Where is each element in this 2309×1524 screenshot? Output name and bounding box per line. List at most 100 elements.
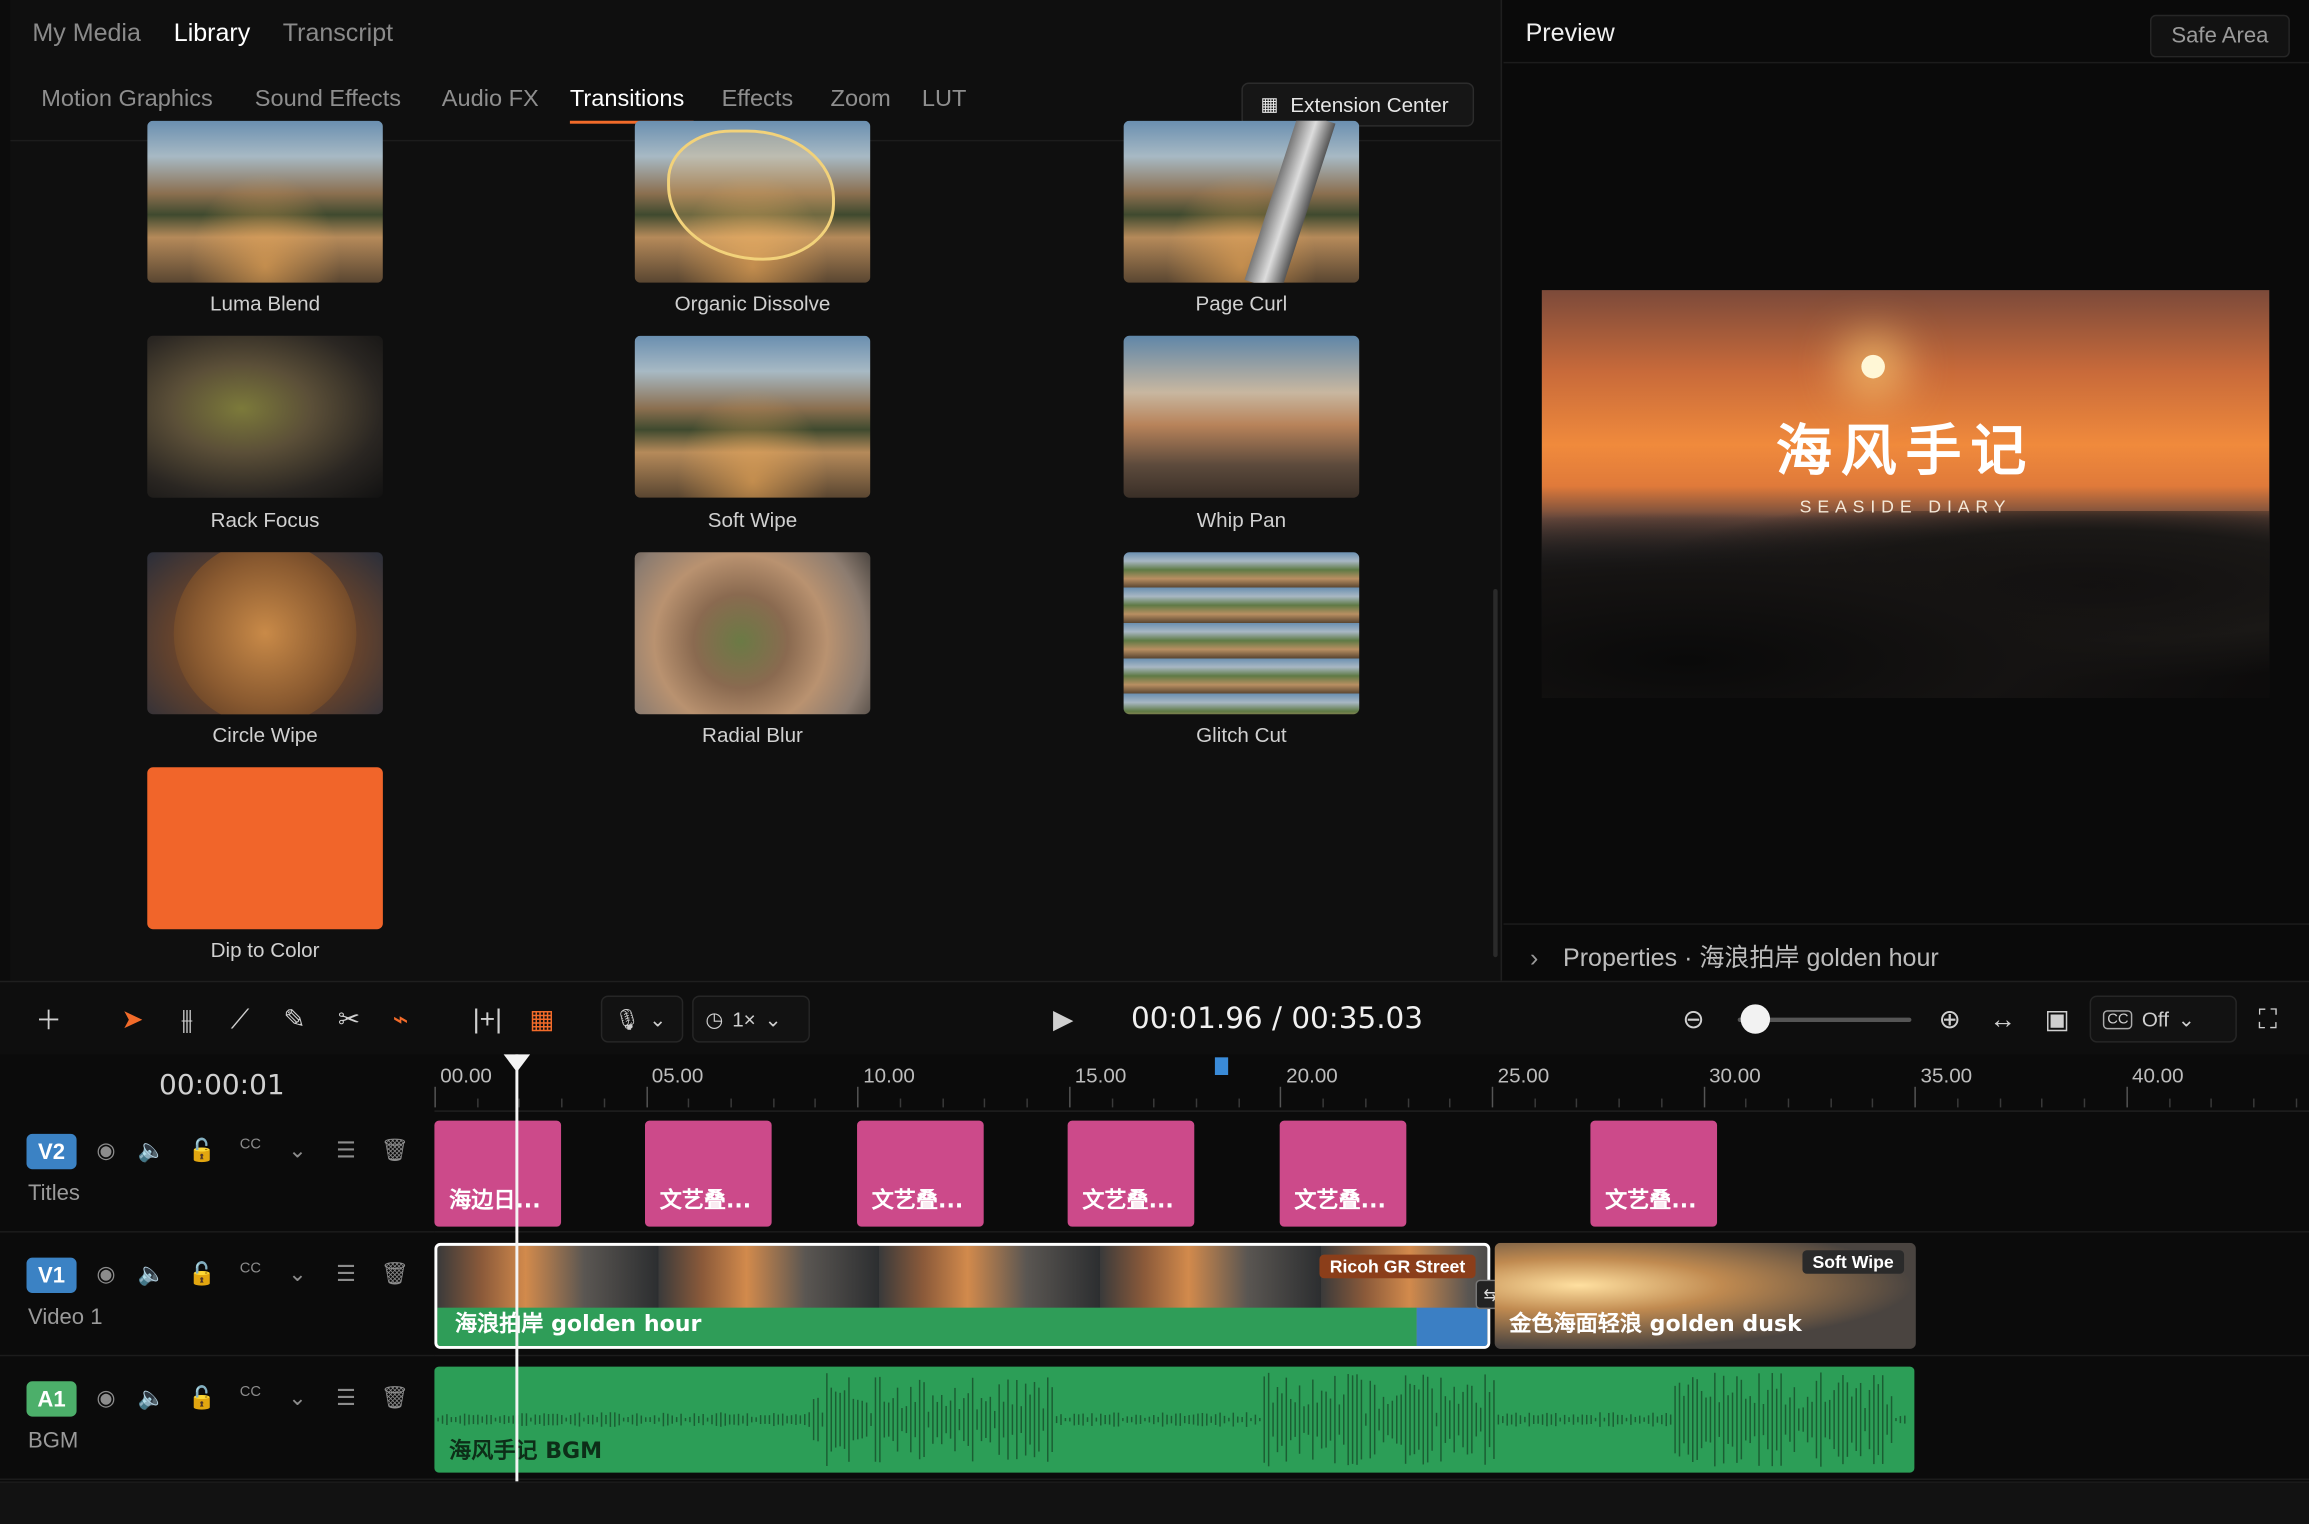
microphone-dropdown[interactable]: 🎙 ⌄ <box>600 995 684 1043</box>
trash-icon[interactable]: 🗑 <box>380 1384 409 1411</box>
tab-library[interactable]: Library <box>174 19 251 48</box>
cc-icon[interactable]: CC <box>236 1384 265 1400</box>
waveform-bar <box>1705 1397 1707 1442</box>
tab-sound-effects[interactable]: Sound Effects <box>255 87 401 114</box>
waveform-bar <box>746 1413 749 1426</box>
captions-dropdown[interactable]: CC Off ⌄ <box>2089 995 2237 1043</box>
lock-icon[interactable]: 🔓 <box>187 1384 216 1411</box>
select-tool-icon[interactable]: ➤ <box>113 1000 151 1038</box>
waveform-bar <box>1276 1387 1279 1453</box>
speaker-icon[interactable]: 🔈 <box>137 1384 166 1411</box>
waveform-bar <box>569 1414 572 1425</box>
waveform-bar <box>804 1414 806 1426</box>
zoom-out-icon[interactable]: ⊖ <box>1674 1000 1712 1038</box>
title-clip[interactable]: 文艺叠... <box>1279 1120 1407 1227</box>
trash-icon[interactable]: 🗑 <box>380 1137 409 1163</box>
transition-thumb-soft-wipe[interactable] <box>634 335 871 498</box>
eye-icon[interactable]: ◉ <box>91 1137 120 1163</box>
speaker-icon[interactable]: 🔈 <box>137 1137 166 1163</box>
split-tool-icon[interactable]: ⫵ <box>168 1000 206 1038</box>
waveform-bar <box>954 1387 956 1452</box>
magnet-icon[interactable]: ⌁ <box>381 1000 419 1038</box>
eye-icon[interactable]: ◉ <box>91 1384 120 1411</box>
horizontal-scrollbar[interactable] <box>0 1481 2309 1524</box>
transition-thumb-circle-wipe[interactable] <box>147 552 383 715</box>
waveform-bar <box>764 1415 766 1424</box>
time-ruler[interactable]: 00.00 05.00 10.00 15.00 20.00 25.00 30.00 35.00… <box>434 1054 2309 1112</box>
add-icon[interactable]: ＋ <box>29 1000 67 1038</box>
waveform-bar <box>971 1377 974 1462</box>
cc-icon[interactable]: CC <box>236 1137 265 1153</box>
zoom-slider-knob[interactable] <box>1740 1004 1770 1034</box>
transition-thumb-rack-focus[interactable] <box>147 335 383 498</box>
tab-transcript[interactable]: Transcript <box>283 19 393 48</box>
title-clip[interactable]: 文艺叠... <box>1067 1120 1195 1227</box>
lock-icon[interactable]: 🔓 <box>187 1261 216 1287</box>
cc-icon[interactable]: CC <box>236 1261 265 1277</box>
waveform-bar <box>1413 1384 1416 1455</box>
trash-icon[interactable]: 🗑 <box>380 1261 409 1287</box>
waveform-bar <box>857 1399 859 1440</box>
waveform-bar <box>1833 1390 1835 1450</box>
library-scrollbar[interactable] <box>1493 589 1498 958</box>
transition-thumb-radial-blur[interactable] <box>634 552 871 715</box>
scissors-icon[interactable]: ✂ <box>330 1000 368 1038</box>
zoom-in-icon[interactable]: ⊕ <box>1931 1000 1969 1038</box>
transition-thumb-dip-to-color[interactable] <box>147 767 383 930</box>
safe-area-button[interactable]: Safe Area <box>2149 14 2290 58</box>
transition-thumb-whip-pan[interactable] <box>1123 335 1360 498</box>
waveform-bar <box>631 1414 634 1425</box>
waveform-bar <box>459 1415 461 1424</box>
title-clip[interactable]: 文艺叠... <box>857 1120 984 1227</box>
waveform-bar <box>817 1397 819 1442</box>
video-clip[interactable]: 金色海面轻浪 golden dusk Soft Wipe <box>1494 1242 1916 1349</box>
tab-motion-graphics[interactable]: Motion Graphics <box>41 87 213 114</box>
tab-audio-fx[interactable]: Audio FX <box>442 87 539 114</box>
eye-icon[interactable]: ◉ <box>91 1261 120 1287</box>
waveform-bar <box>870 1413 872 1426</box>
pen-tool-icon[interactable]: ✎ <box>275 1000 313 1038</box>
video-preview[interactable]: 海风手记 SEASIDE DIARY <box>1541 290 2270 699</box>
sliders-icon[interactable]: ☰ <box>331 1137 360 1163</box>
fullscreen-icon[interactable]: ⛶ <box>2249 1000 2287 1038</box>
title-clip[interactable]: 文艺叠... <box>1590 1120 1718 1227</box>
tab-effects[interactable]: Effects <box>722 87 794 114</box>
speaker-icon[interactable]: 🔈 <box>137 1261 166 1287</box>
sliders-icon[interactable]: ☰ <box>331 1261 360 1287</box>
audio-clip[interactable]: 海风手记 BGM <box>434 1366 1915 1473</box>
lock-icon[interactable]: 🔓 <box>187 1137 216 1163</box>
sliders-icon[interactable]: ☰ <box>331 1384 360 1411</box>
organic-shape <box>667 129 835 261</box>
waveform-bar <box>1104 1415 1106 1425</box>
waveform-bar <box>1347 1374 1349 1466</box>
waveform-bar <box>1537 1415 1539 1424</box>
clip-label: 文艺叠... <box>659 1186 752 1214</box>
tab-transitions[interactable]: Transitions <box>570 87 684 114</box>
chevron-down-icon[interactable]: ⌄ <box>283 1137 312 1163</box>
fit-icon[interactable]: |+| <box>468 1000 506 1038</box>
title-clip[interactable]: 文艺叠... <box>644 1120 772 1227</box>
fit-width-icon[interactable]: ↔ <box>1984 1000 2022 1038</box>
playhead-line[interactable] <box>515 1054 519 1482</box>
timeline-marker[interactable] <box>1214 1057 1229 1075</box>
properties-toggle[interactable]: › Properties · 海浪拍岸 golden hour <box>1530 937 1939 974</box>
playhead-handle[interactable] <box>503 1054 531 1073</box>
transition-thumb-page-curl[interactable] <box>1123 120 1360 283</box>
play-icon[interactable]: ▶ <box>1044 1000 1082 1038</box>
razor-tool-icon[interactable]: ⟋ <box>221 1000 259 1038</box>
chevron-down-icon[interactable]: ⌄ <box>283 1384 312 1411</box>
transition-thumb-luma-blend[interactable] <box>147 120 383 283</box>
waveform-bar <box>1444 1396 1447 1443</box>
tab-my-media[interactable]: My Media <box>32 19 141 48</box>
video-clip-selected[interactable]: 海浪拍岸 golden hour Ricoh GR Street <box>434 1242 1491 1349</box>
waveform-bar <box>883 1401 886 1438</box>
transition-thumb-glitch-cut[interactable] <box>1123 552 1360 715</box>
speed-dropdown[interactable]: ◷ 1× ⌄ <box>692 995 810 1043</box>
tab-lut[interactable]: LUT <box>922 87 967 114</box>
snapshot-icon[interactable]: ▣ <box>2038 1000 2076 1038</box>
title-clip[interactable]: 海边日... <box>434 1120 562 1227</box>
filmstrip-icon[interactable]: ▦ <box>523 1000 561 1038</box>
tab-zoom[interactable]: Zoom <box>831 87 891 114</box>
transition-thumb-organic-dissolve[interactable] <box>634 120 871 283</box>
chevron-down-icon[interactable]: ⌄ <box>283 1261 312 1287</box>
